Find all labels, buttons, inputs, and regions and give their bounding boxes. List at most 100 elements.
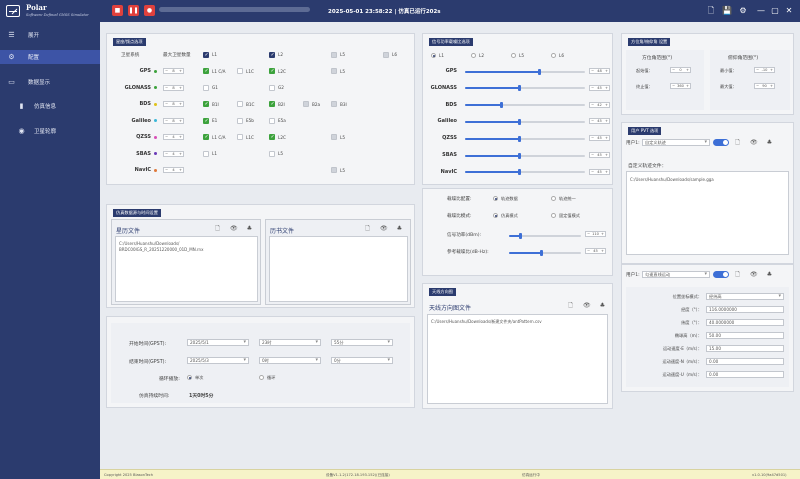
record-button[interactable]: ● — [144, 5, 155, 16]
ref-cnr-stepper[interactable]: −45 + — [585, 248, 606, 254]
plus-icon[interactable]: + — [605, 86, 608, 90]
plus-icon[interactable]: + — [179, 86, 182, 90]
loop-radio-once[interactable] — [187, 375, 192, 380]
power-slider[interactable] — [509, 233, 581, 239]
signal-checkbox[interactable] — [269, 117, 275, 124]
plus-icon[interactable]: + — [686, 84, 689, 88]
signal-checkbox[interactable] — [237, 117, 243, 124]
plus-icon[interactable]: + — [179, 69, 182, 73]
signal-checkbox[interactable] — [203, 150, 209, 157]
signal-power-slider[interactable] — [465, 102, 585, 109]
sidebar-item-sim-info[interactable]: ▮ 仿真信息 — [0, 99, 100, 113]
plus-icon[interactable]: + — [179, 152, 182, 156]
end-date-select[interactable]: 2025/5/3 — [187, 357, 249, 364]
traj-file-box[interactable]: C:/Users/Huanshu/Downloads/sample.gga — [626, 171, 789, 255]
minus-icon[interactable]: − — [591, 69, 594, 73]
user1-mode-select[interactable]: 自定义轨迹 — [642, 139, 710, 146]
signal-checkbox[interactable] — [269, 68, 275, 74]
signal-checkbox[interactable] — [203, 84, 209, 91]
signal-checkbox[interactable] — [203, 68, 209, 74]
minus-icon[interactable]: − — [165, 86, 168, 90]
start-date-select[interactable]: 2025/5/1 — [187, 339, 249, 346]
start-min-select[interactable]: 55分 — [331, 339, 393, 346]
plus-icon[interactable]: + — [605, 170, 608, 174]
save-button[interactable]: 💾 — [722, 5, 732, 16]
signal-checkbox[interactable] — [303, 101, 309, 107]
motion-field-input[interactable]: 40.0000000 — [706, 319, 784, 326]
el-max-stepper[interactable]: −90 + — [754, 83, 775, 89]
plus-icon[interactable]: + — [605, 69, 608, 73]
minus-icon[interactable]: − — [591, 136, 594, 140]
open-file-button[interactable]: 🗋 — [214, 225, 221, 232]
signal-checkbox[interactable] — [203, 101, 209, 107]
minus-icon[interactable]: − — [587, 249, 590, 253]
signal-checkbox[interactable] — [269, 150, 275, 157]
open-file-button[interactable]: 🗋 — [364, 225, 371, 232]
motion-field-input[interactable]: 15.00 — [706, 345, 784, 352]
coord-mode-select[interactable]: 经纬高 — [706, 293, 784, 300]
sidebar-item-data-display[interactable]: ▭ 数据显示 — [0, 75, 100, 89]
plus-icon[interactable]: + — [605, 119, 608, 123]
signal-power-slider[interactable] — [465, 152, 585, 159]
az-start-stepper[interactable]: −0 + — [670, 67, 691, 73]
sat-count-stepper[interactable]: −8 + — [163, 68, 184, 74]
power-stepper[interactable]: −110 + — [585, 231, 606, 237]
clear-button[interactable]: ♣ — [396, 225, 403, 232]
signal-checkbox[interactable] — [203, 117, 209, 124]
signal-power-slider[interactable] — [465, 169, 585, 176]
signal-checkbox[interactable] — [331, 68, 337, 74]
band-toggle-l6[interactable] — [383, 52, 389, 58]
sat-count-stepper[interactable]: −4 + — [163, 134, 184, 140]
signal-value-stepper[interactable]: −42 + — [589, 101, 610, 108]
almanac-file-box[interactable] — [269, 236, 408, 302]
clear-button[interactable]: ♣ — [766, 139, 773, 146]
signal-value-stepper[interactable]: −48 + — [589, 68, 610, 74]
view-button[interactable]: 👁 — [750, 271, 758, 278]
ref-cnr-slider[interactable] — [509, 250, 581, 256]
signal-checkbox[interactable] — [237, 134, 243, 140]
loop-radio-loop[interactable] — [259, 375, 264, 380]
new-file-button[interactable]: 🗋 — [706, 5, 716, 16]
minus-icon[interactable]: − — [672, 84, 675, 88]
end-min-select[interactable]: 0分 — [331, 357, 393, 364]
minus-icon[interactable]: − — [165, 168, 168, 172]
signal-value-stepper[interactable]: −45 + — [589, 168, 610, 175]
stop-button[interactable]: ■ — [112, 5, 123, 16]
signal-checkbox[interactable] — [331, 167, 337, 173]
plus-icon[interactable]: + — [686, 68, 689, 72]
signal-power-slider[interactable] — [465, 135, 585, 142]
signal-checkbox[interactable] — [237, 68, 243, 74]
signal-band-radio[interactable] — [431, 53, 436, 58]
sat-count-stepper[interactable]: −4 + — [163, 150, 184, 157]
end-hour-select[interactable]: 0时 — [259, 357, 321, 364]
signal-power-slider[interactable] — [465, 68, 585, 75]
open-file-button[interactable]: 🗋 — [734, 271, 741, 278]
sat-count-stepper[interactable]: −4 + — [163, 167, 184, 173]
plus-icon[interactable]: + — [179, 102, 182, 106]
sat-count-stepper[interactable]: −8 + — [163, 101, 184, 107]
cnr-config-radio-uniform[interactable] — [551, 196, 556, 201]
motion-field-input[interactable]: 116.0000000 — [706, 306, 784, 313]
minus-icon[interactable]: − — [165, 135, 168, 139]
antenna-file-box[interactable]: C:/Users/Huanshu/Downloads/新建文件夹/antPatt… — [427, 314, 608, 404]
sidebar-item-expand[interactable]: ☰ 展开 — [0, 28, 100, 42]
minus-icon[interactable]: − — [672, 68, 675, 72]
minus-icon[interactable]: − — [587, 232, 590, 236]
signal-band-radio[interactable] — [551, 53, 556, 58]
view-button[interactable]: 👁 — [380, 225, 388, 232]
signal-value-stepper[interactable]: −45 + — [589, 118, 610, 125]
signal-power-slider[interactable] — [465, 85, 585, 92]
plus-icon[interactable]: + — [605, 103, 608, 107]
pause-button[interactable]: ❚❚ — [128, 5, 139, 16]
clear-button[interactable]: ♣ — [599, 302, 606, 309]
signal-checkbox[interactable] — [331, 101, 337, 107]
minus-icon[interactable]: − — [591, 119, 594, 123]
settings-button[interactable]: ⚙ — [738, 5, 748, 16]
plus-icon[interactable]: + — [601, 249, 604, 253]
signal-value-stepper[interactable]: −45 + — [589, 152, 610, 158]
plus-icon[interactable]: + — [601, 232, 604, 236]
band-toggle-l2[interactable] — [269, 52, 275, 58]
open-file-button[interactable]: 🗋 — [734, 139, 741, 146]
sat-count-stepper[interactable]: −8 + — [163, 84, 184, 91]
band-toggle-l5[interactable] — [331, 52, 337, 58]
